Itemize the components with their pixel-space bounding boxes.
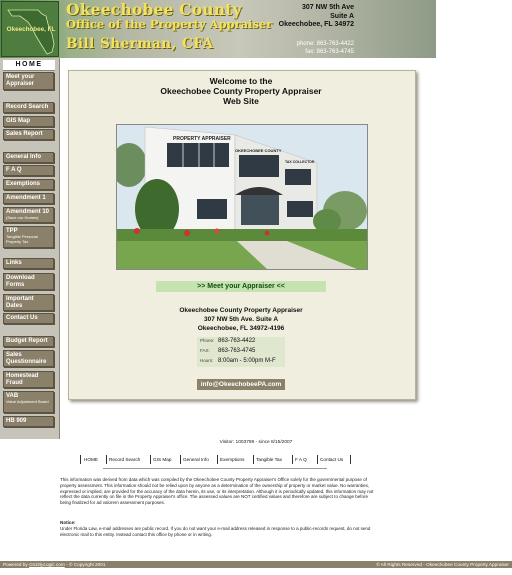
appraiser-name: Bill Sherman, CFA [66, 36, 214, 52]
sidebar-item-label: HB 909 [6, 418, 27, 424]
sidebar-item-label: Links [6, 260, 22, 266]
meet-appraiser-link[interactable]: >> Meet your Appraiser << [156, 281, 326, 292]
sidebar-item-download-forms[interactable]: Download Forms [3, 273, 54, 290]
footer-nav-separator [80, 455, 81, 464]
sidebar-item-amendment-1[interactable]: Amendment 1 [3, 193, 54, 204]
footer-nav-separator [217, 455, 218, 464]
sidebar-item-label: Exemptions [6, 181, 41, 187]
site-subtitle: Office of the Property Appraiser [66, 17, 273, 31]
footer-nav-separator [350, 455, 351, 464]
office-building-photo: PROPERTY APPRAISER OKEECHOBEE COUNTY TAX… [116, 124, 368, 270]
sidebar-item-record-search[interactable]: Record Search [3, 102, 54, 113]
sidebar-item-label: Meet your Appraiser [6, 74, 35, 87]
bottom-bar: Powered by GrizzlyLogic.com - © Copyrigh… [0, 561, 512, 568]
footer-link-exemptions[interactable]: Exemptions [220, 455, 245, 464]
footer-nav-separator [292, 455, 293, 464]
sidebar-item-sublabel: (Save our Homes) [6, 215, 39, 220]
florida-logo[interactable]: Okeechobee, FL [1, 1, 59, 57]
contact-hours-row: Hours: 8:00am - 5:00pm M-F [200, 358, 276, 364]
sidebar-item-contact-us[interactable]: Contact Us [3, 313, 54, 324]
logo-label: Okeechobee, FL [6, 26, 56, 33]
sidebar-item-sales-questionnaire[interactable]: Sales Questionnaire [3, 350, 54, 367]
notice-heading: Notice: [60, 520, 76, 525]
sidebar-item-links[interactable]: Links [3, 258, 54, 269]
sign-property-appraiser: PROPERTY APPRAISER [173, 136, 231, 142]
sidebar-item-tpp[interactable]: TPP Tangible Personal Property Tax [3, 226, 54, 248]
sidebar-item-label: Budget Report [6, 338, 48, 344]
footer-link-general-info[interactable]: General Info [183, 455, 209, 464]
header-fax: fax: 863-763-4745 [305, 48, 354, 55]
email-link[interactable]: info@OkeechobeePA.com [197, 379, 285, 390]
sidebar-item-label: GIS Map [6, 118, 31, 124]
sidebar-item-f-a-q[interactable]: F A Q [3, 165, 54, 176]
rights-reserved: © All Rights Reserved - Okeechobee Count… [376, 562, 509, 567]
footer-nav-separator [106, 455, 107, 464]
sidebar-item-label: Download Forms [6, 275, 35, 288]
header-banner: Okeechobee, FL Okeechobee County Office … [0, 0, 436, 58]
sidebar-item-general-info[interactable]: General Info [3, 152, 54, 163]
sidebar-item-gis-map[interactable]: GIS Map [3, 116, 54, 127]
powered-by: Powered by GrizzlyLogic.com - © Copyrigh… [3, 562, 106, 567]
footer-nav-separator [253, 455, 254, 464]
sidebar-item-label: Contact Us [6, 315, 38, 321]
grizzlylogic-link[interactable]: GrizzlyLogic.com [29, 562, 65, 567]
footer-link-f-a-q[interactable]: F A Q [295, 455, 307, 464]
sidebar-item-label: Important Dates [6, 296, 34, 309]
footer-nav: HOME Record Search GIS Map General Info Exem… [80, 455, 355, 464]
header-phones: phone: 863-763-4422 fax: 863-763-4745 [297, 41, 354, 56]
sidebar-item-label: F A Q [6, 167, 22, 173]
sidebar-item-sales-report[interactable]: Sales Report [3, 129, 54, 140]
contact-info: Phone: 863-763-4422 FAX: 863-763-4745 Hour… [197, 337, 285, 367]
footer-nav-separator [317, 455, 318, 464]
footer-link-tangible-tax[interactable]: Tangible Tax [256, 455, 282, 464]
sidebar-item-hb-909[interactable]: HB 909 [3, 416, 54, 427]
visitor-counter: Visitor: 1003788 - since 8/15/2007 [219, 440, 293, 445]
sidebar-item-home[interactable]: HOME [3, 60, 55, 71]
footer-link-record-search[interactable]: Record Search [109, 455, 140, 464]
office-address: Okeechobee County Property Appraiser 307… [179, 307, 303, 332]
header-phone: phone: 863-763-4422 [296, 41, 354, 47]
sign-okeechobee-county: OKEECHOBEE COUNTY [235, 148, 282, 153]
header-spacer [436, 0, 512, 58]
sidebar-item-label: Amendment 1 [6, 195, 46, 201]
sign-tax-collector: TAX COLLECTOR [285, 160, 315, 164]
contact-fax-row: FAX: 863-763-4745 [200, 348, 256, 354]
header-address: 307 NW 5th Ave Suite A Okeechobee, FL 34… [278, 4, 354, 28]
sidebar-item-meet-your-appraiser[interactable]: Meet your Appraiser [3, 72, 54, 90]
sidebar-item-amendment-10[interactable]: Amendment 10 (Save our Homes) [3, 207, 54, 223]
footer-link-gis-map[interactable]: GIS Map [153, 455, 172, 464]
footer-link-home[interactable]: HOME [84, 455, 98, 464]
sidebar-item-exemptions[interactable]: Exemptions [3, 179, 54, 190]
sidebar-item-budget-report[interactable]: Budget Report [3, 336, 54, 347]
sidebar-item-label: Record Search [6, 104, 49, 110]
sidebar-item-sublabel: Tangible Personal Property Tax [6, 234, 38, 244]
footer-divider [103, 468, 327, 469]
sidebar-item-label: Sales Report [6, 131, 43, 137]
sidebar-item-sublabel: Value Adjustment Board [6, 399, 49, 404]
disclaimer-text: This information was derived from data w… [60, 477, 374, 506]
footer-nav-separator [150, 455, 151, 464]
footer-link-contact-us[interactable]: Contact Us [320, 455, 343, 464]
sidebar-item-important-dates[interactable]: Important Dates [3, 294, 54, 311]
notice-text: Under Florida Law, e-mail addresses are … [60, 526, 371, 537]
sidebar-item-label: Sales Questionnaire [6, 352, 47, 365]
sidebar-item-vab[interactable]: VAB Value Adjustment Board [3, 391, 54, 413]
contact-phone-row: Phone: 863-763-4422 [200, 338, 256, 344]
footer-nav-separator [180, 455, 181, 464]
sidebar-item-label: General Info [6, 154, 42, 160]
welcome-heading: Welcome to the Okeechobee County Propert… [160, 76, 322, 106]
sidebar-item-homestead-fraud[interactable]: Homestead Fraud [3, 371, 54, 388]
sidebar-item-label: Homestead Fraud [6, 373, 39, 386]
